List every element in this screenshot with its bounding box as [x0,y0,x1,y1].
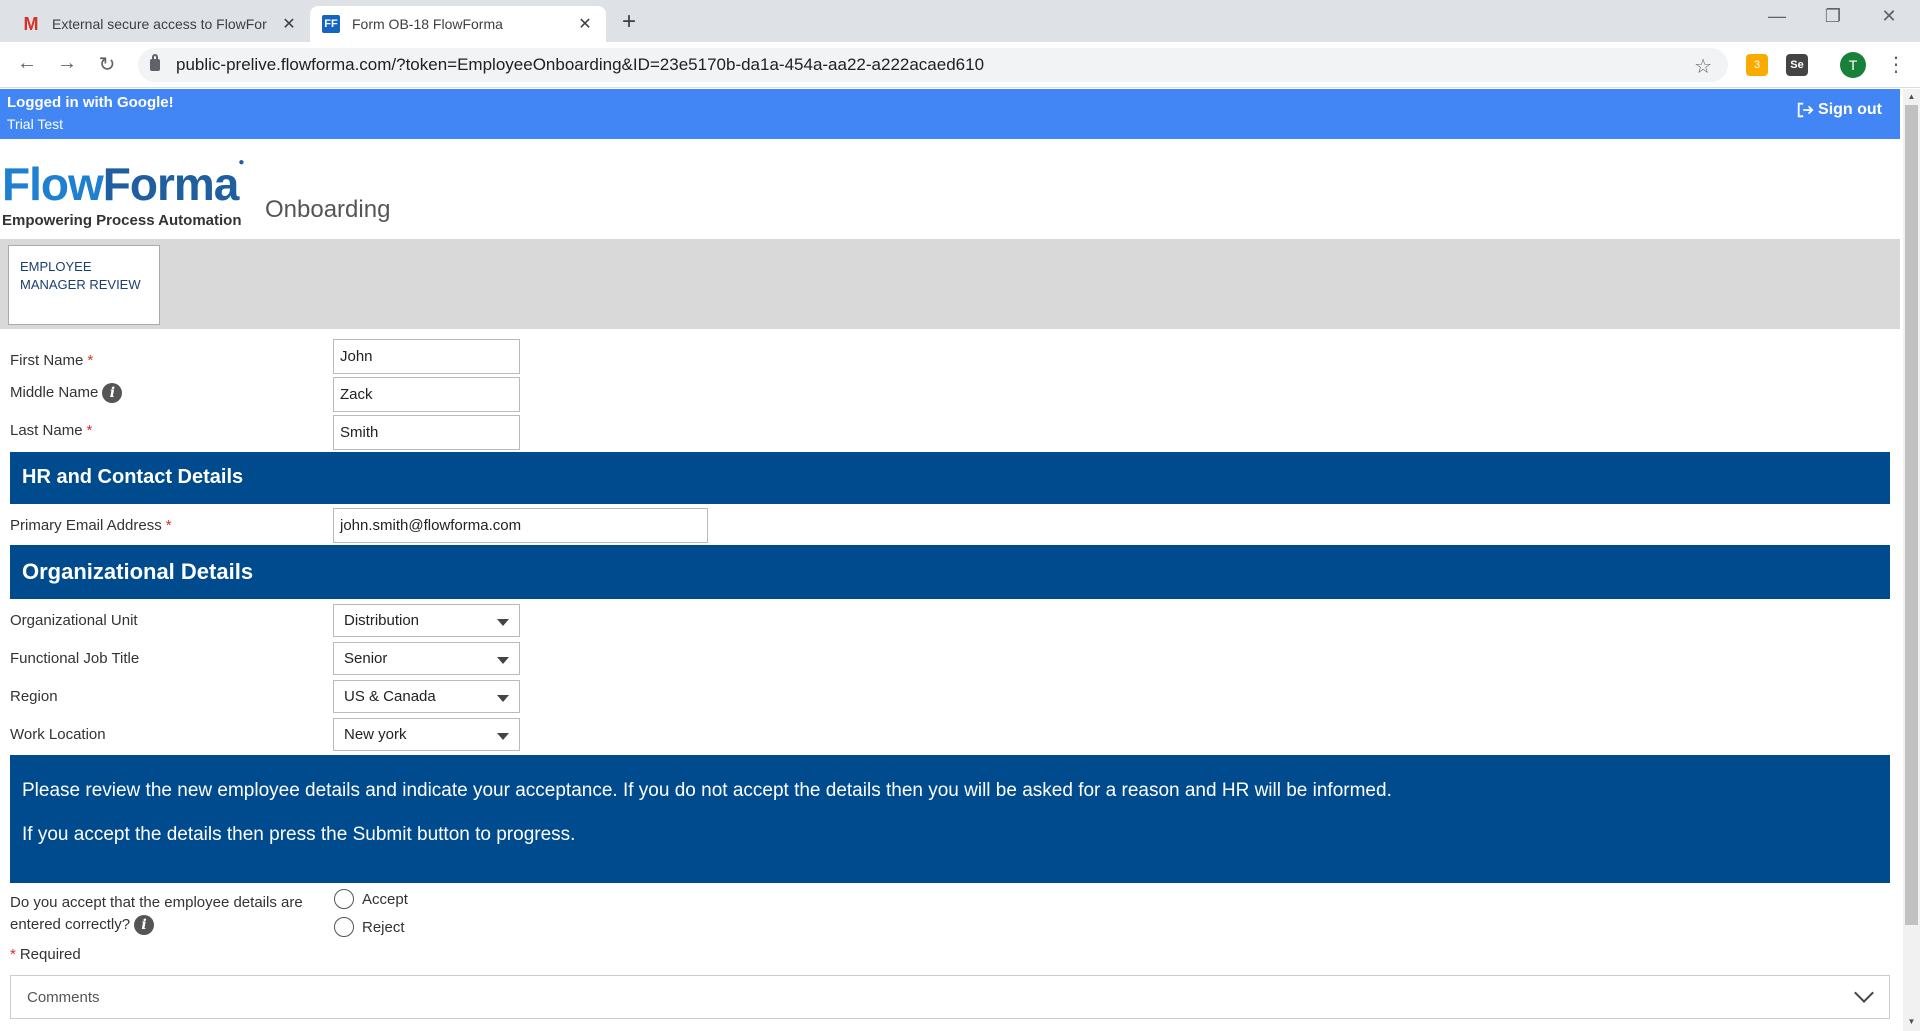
org-unit-label: Organizational Unit [10,612,138,629]
accept-radio[interactable]: Accept [334,889,408,909]
work-location-select[interactable]: New york [333,718,520,751]
sign-out-label: Sign out [1818,101,1882,118]
accept-label: Accept [362,890,408,908]
comments-label: Comments [27,989,100,1006]
restore-icon[interactable]: ❐ [1810,6,1856,27]
org-unit-select[interactable]: Distribution [333,604,520,637]
work-location-value: New york [344,726,407,743]
instruction-line-1: Please review the new employee details a… [22,780,1392,801]
close-icon[interactable]: ✕ [280,14,298,34]
chevron-down-icon [497,619,509,626]
sign-out-icon [1797,102,1814,118]
chevron-down-icon [497,657,509,664]
chevron-down-icon [1854,983,1874,1003]
login-banner: Logged in with Google! Trial Test Sign o… [0,89,1900,139]
reject-label: Reject [362,918,405,936]
region-label: Region [10,688,58,705]
review-instructions: Please review the new employee details a… [10,755,1890,883]
flowforma-icon: FF [322,15,340,33]
middle-name-label: Middle Name i [10,383,123,403]
acceptance-question-label: Do you accept that the employee details … [10,894,303,936]
section-header-hr: HR and Contact Details [10,452,1890,504]
region-value: US & Canada [344,688,436,705]
job-title-select[interactable]: Senior [333,642,520,675]
profile-avatar[interactable]: T [1840,52,1866,78]
logo-tagline: Empowering Process Automation [2,212,242,229]
chevron-down-icon [497,733,509,740]
last-name-input[interactable]: Smith [333,415,520,450]
stage-label-line1: EMPLOYEE [20,259,92,274]
sign-out-button[interactable]: Sign out [1796,101,1882,119]
user-name: Trial Test [7,116,64,132]
chevron-down-icon [497,695,509,702]
browser-tab-bar: M External secure access to FlowFor ✕ FF… [0,0,1920,42]
page-viewport: Logged in with Google! Trial Test Sign o… [0,89,1920,1031]
info-icon[interactable]: i [102,383,123,403]
work-location-label: Work Location [10,726,106,743]
browser-tab-flowforma[interactable]: FF Form OB-18 FlowForma ✕ [310,6,606,42]
middle-name-input[interactable]: Zack [333,377,520,412]
back-icon[interactable]: ← [12,52,42,75]
minimize-icon[interactable]: — [1754,6,1800,27]
scroll-down-icon[interactable]: ▼ [1903,1017,1920,1026]
gmail-icon: M [23,13,39,34]
reject-radio[interactable]: Reject [334,917,405,937]
address-bar[interactable]: public-prelive.flowforma.com/?token=Empl… [138,48,1728,82]
section-header-organizational: Organizational Details [10,545,1890,599]
reload-icon[interactable]: ↻ [92,52,122,77]
primary-email-label: Primary Email Address * [10,517,172,534]
region-select[interactable]: US & Canada [333,680,520,713]
extension-icon[interactable]: 3 [1746,54,1768,76]
extension-badge: 3 [1753,59,1761,71]
forward-icon[interactable]: → [52,52,82,75]
primary-email-input[interactable]: john.smith@flowforma.com [333,508,708,543]
tab-title: Form OB-18 FlowForma [352,16,503,32]
first-name-label: First Name * [10,352,94,369]
browser-menu-icon[interactable]: ⋮ [1886,52,1906,77]
info-icon[interactable]: i [134,915,155,936]
radio-circle[interactable] [334,889,354,909]
job-title-label: Functional Job Title [10,650,140,667]
scroll-up-icon[interactable]: ▲ [1903,92,1920,101]
url-text: public-prelive.flowforma.com/?token=Empl… [176,55,985,74]
page-title: Onboarding [265,196,391,223]
login-status: Logged in with Google! [7,94,174,111]
bookmark-star-icon[interactable]: ☆ [1694,54,1712,79]
org-unit-value: Distribution [344,612,420,629]
selenium-extension-icon[interactable]: Se [1786,54,1808,76]
required-note: * Required [10,946,81,963]
browser-tab-gmail[interactable]: M External secure access to FlowFor ✕ [10,6,310,42]
instruction-line-2: If you accept the details then press the… [22,824,576,845]
browser-toolbar: ← → ↻ public-prelive.flowforma.com/?toke… [0,42,1920,88]
stage-bar: EMPLOYEE MANAGER REVIEW [0,239,1900,329]
flowforma-logo: FlowForma● [2,157,244,210]
lock-icon [150,54,160,71]
last-name-label: Last Name * [10,422,93,439]
stage-label-line2: MANAGER REVIEW [20,277,141,292]
tab-title: External secure access to FlowFor [52,16,267,32]
first-name-input[interactable]: John [333,339,520,374]
scrollbar-thumb[interactable] [1905,105,1918,925]
close-icon[interactable]: ✕ [576,14,594,34]
comments-accordion[interactable]: Comments [10,975,1890,1019]
window-close-icon[interactable]: ✕ [1866,6,1912,27]
page-scrollbar[interactable]: ▲ ▼ [1903,89,1920,1031]
job-title-value: Senior [344,650,388,667]
radio-circle[interactable] [334,917,354,937]
new-tab-button[interactable]: + [622,8,636,36]
stage-tab-employee-manager-review[interactable]: EMPLOYEE MANAGER REVIEW [8,245,160,325]
